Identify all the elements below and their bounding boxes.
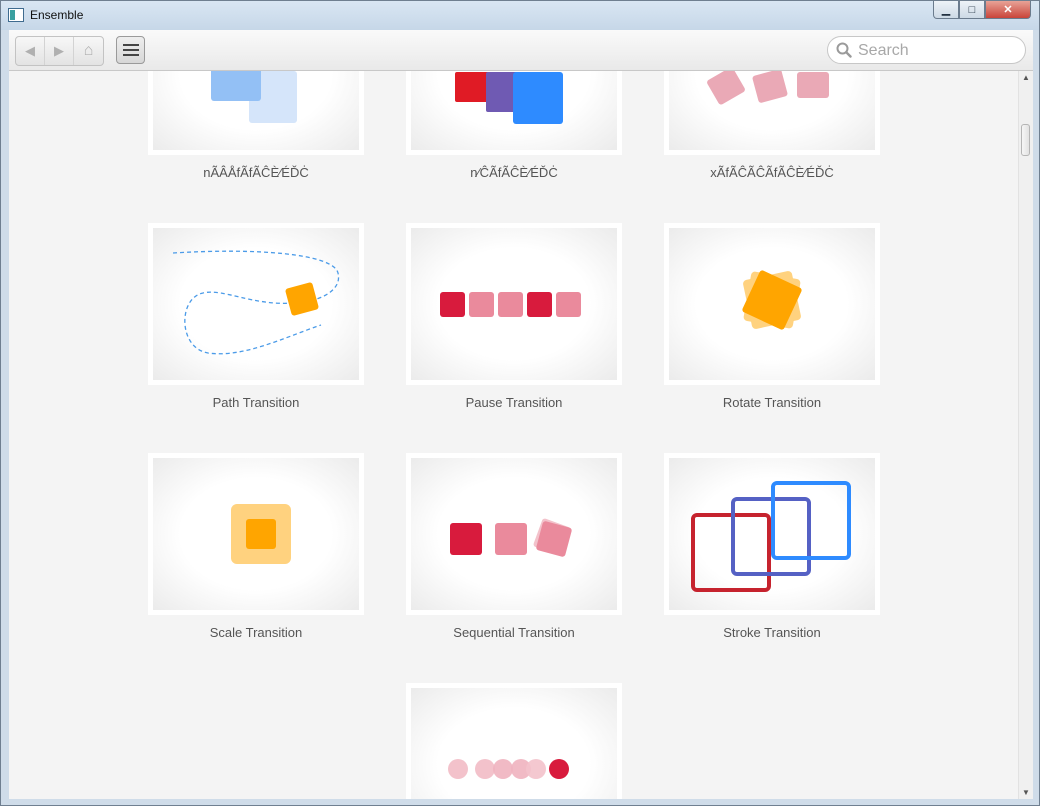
forward-button[interactable]: ▶ [45,37,74,65]
sample-label-1: nÃÂÅfÃfÃĈÈ⁄ÉĎĊ [203,165,309,180]
sample-tile-1[interactable] [148,71,364,155]
sample-tile-pause-transition[interactable] [406,223,622,385]
toolbar: ◀ ▶ ⌂ [9,30,1033,71]
home-button[interactable]: ⌂ [74,37,103,65]
search-box[interactable] [827,36,1026,64]
sample-tile-rotate-transition[interactable] [664,223,880,385]
title-bar: Ensemble ▁ □ ✕ [1,1,1039,30]
pause-transition-thumbnail [440,292,581,317]
search-icon [836,42,852,58]
sample-tile-fill-transition[interactable] [406,683,622,799]
scale-transition-thumbnail [231,504,291,564]
scroll-up-arrow-icon[interactable]: ▲ [1022,73,1030,82]
sample-tile-3[interactable] [664,71,880,155]
parallel-thumbnail [455,72,563,124]
rotate-transition-thumbnail [742,270,802,330]
sample-tile-2[interactable] [406,71,622,155]
minimize-button[interactable]: ▁ [933,1,959,19]
window-title: Ensemble [30,8,84,22]
fade-thumbnail [211,71,297,123]
window-controls: ▁ □ ✕ [933,1,1031,21]
stroke-transition-label: Stroke Transition [723,625,821,640]
back-button[interactable]: ◀ [16,37,45,65]
translate-thumbnail [707,71,829,105]
sample-tile-path-transition[interactable] [148,223,364,385]
path-transition-thumbnail [172,250,340,355]
app-window: Ensemble ▁ □ ✕ ◀ ▶ ⌂ Search nÃÂÅfÃfÃĈÈ⁄É… [0,0,1040,806]
menu-button[interactable] [116,36,145,64]
close-button[interactable]: ✕ [985,1,1031,19]
sample-tile-scale-transition[interactable] [148,453,364,615]
maximize-button[interactable]: □ [959,1,985,19]
path-transition-label: Path Transition [212,395,300,410]
hamburger-menu-icon [122,44,139,56]
navigation-group: ◀ ▶ ⌂ [15,36,104,66]
sample-label-3: xÃfÃĈÃĈÃfÃĈÈ⁄ÉĎĊ [710,165,834,180]
scroll-down-arrow-icon[interactable]: ▼ [1022,788,1030,797]
fill-transition-thumbnail [448,759,569,779]
home-icon: ⌂ [83,42,94,59]
back-arrow-icon: ◀ [25,43,35,58]
pause-transition-label: Pause Transition [465,395,563,410]
stroke-transition-thumbnail [691,481,851,592]
sample-label-2: n⁄ĈÃfÃĈÈ⁄ÉĎĊ [470,165,558,180]
app-icon [8,8,24,22]
search-input[interactable] [856,40,1020,62]
rotate-transition-label: Rotate Transition [722,395,822,410]
forward-arrow-icon: ▶ [54,43,64,58]
sample-tile-stroke-transition[interactable] [664,453,880,615]
sequential-transition-label: Sequential Transition [453,625,575,640]
scroll-thumb[interactable] [1021,124,1030,156]
samples-grid: nÃÂÅfÃfÃĈÈ⁄ÉĎĊ n⁄ĈÃfÃĈÈ⁄ÉĎĊ xÃfÃĈÃĈÃfÃĈÈ [9,71,1018,799]
vertical-scrollbar[interactable]: ▲ ▼ [1018,71,1033,799]
sample-tile-sequential-transition[interactable] [406,453,622,615]
scale-transition-label: Scale Transition [209,625,303,640]
sequential-transition-thumbnail [450,518,572,557]
